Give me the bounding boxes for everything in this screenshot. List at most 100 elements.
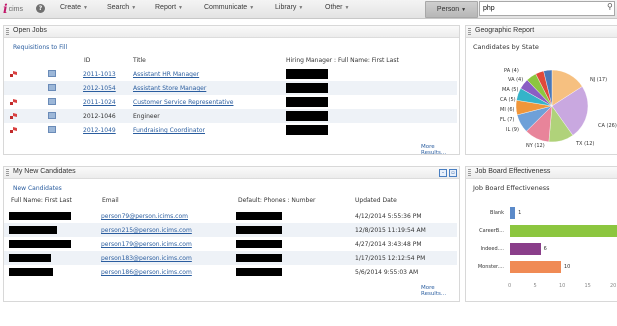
more-results-link[interactable]: More Results...: [421, 285, 459, 297]
search-scope-value: Person: [436, 6, 460, 13]
logo-i: i: [3, 2, 8, 16]
table-row: 2012-1046 Engineer: [4, 109, 457, 123]
menu-search[interactable]: Search ▼: [107, 4, 136, 11]
bar-label: CareerB...: [479, 228, 504, 234]
redacted-name: [9, 240, 71, 248]
flag-icon: [10, 127, 17, 133]
panel-title: Open Jobs: [13, 27, 47, 34]
job-id-link[interactable]: 2012-1049: [83, 127, 116, 134]
column-header-name[interactable]: Full Name: First Last: [11, 197, 72, 204]
redacted-phone: [236, 212, 282, 220]
redacted-manager: [286, 97, 328, 107]
menu-label: Library: [275, 4, 297, 11]
redacted-manager: [286, 111, 328, 121]
menu-label: Report: [155, 4, 177, 11]
search-input[interactable]: php: [479, 1, 615, 16]
bar-label: Indeed....: [480, 246, 504, 252]
updated-date: 4/27/2014 3:43:48 PM: [355, 241, 422, 248]
axis-tick-label: 0: [508, 283, 512, 289]
menu-library[interactable]: Library ▼: [275, 4, 303, 11]
redacted-phone: [236, 268, 282, 276]
job-title-link[interactable]: Fundraising Coordinator: [133, 127, 205, 134]
column-header-email[interactable]: Email: [102, 197, 119, 204]
redacted-manager: [286, 83, 328, 93]
chevron-down-icon: ▼: [461, 7, 467, 13]
help-icon[interactable]: ?: [36, 4, 45, 13]
requisition-icon[interactable]: [48, 126, 56, 133]
pie-label: CA (5): [500, 97, 516, 103]
candidate-email-link[interactable]: person215@person.icims.com: [101, 227, 192, 234]
axis-tick-label: 20: [610, 283, 617, 289]
search-icon[interactable]: ⚲: [607, 2, 613, 11]
pie-label: IL (9): [506, 127, 519, 133]
updated-date: 12/8/2015 11:19:54 AM: [355, 227, 426, 234]
bar-value: 10: [564, 264, 571, 270]
redacted-name: [9, 254, 51, 262]
chevron-down-icon: ▼: [249, 5, 255, 11]
redacted-manager: [286, 125, 328, 135]
pie-label: CA (26): [598, 123, 617, 129]
job-id-link[interactable]: 2012-1054: [83, 85, 116, 92]
pie-label: NJ (17): [590, 77, 608, 83]
icims-logo[interactable]: i cims: [3, 2, 23, 16]
flag-icon: [10, 71, 17, 77]
bar[interactable]: [510, 261, 561, 273]
candidate-email-link[interactable]: person179@person.icims.com: [101, 241, 192, 248]
menu-communicate[interactable]: Communicate ▼: [204, 4, 254, 11]
job-board-bar-chart[interactable]: Blank1CareerB...23Indeed....6Monster....…: [466, 167, 617, 301]
candidate-email-link[interactable]: person79@person.icims.com: [101, 213, 188, 220]
candidate-email-link[interactable]: person186@person.icims.com: [101, 269, 192, 276]
new-candidates-panel: My New Candidates – ▫ New Candidates Ful…: [3, 166, 460, 302]
drag-handle-icon[interactable]: [468, 28, 471, 35]
column-header-updated-date[interactable]: Updated Date: [355, 197, 397, 204]
requisition-icon[interactable]: [48, 84, 56, 91]
top-navigation-bar: i cims ? Create ▼ Search ▼ Report ▼ Communi…: [0, 0, 617, 19]
job-title-link[interactable]: Customer Service Representative: [133, 99, 233, 106]
job-id-text: 2012-1046: [83, 113, 116, 120]
table-row: person215@person.icims.com 12/8/2015 11:…: [4, 223, 457, 237]
pie-label: VA (4): [508, 77, 524, 83]
job-title-link[interactable]: Assistant Store Manager: [133, 85, 206, 92]
bar[interactable]: [510, 225, 617, 237]
drag-handle-icon[interactable]: [6, 169, 9, 176]
column-header-phone[interactable]: Default: Phones : Number: [238, 197, 316, 204]
flag-icon: [10, 99, 17, 105]
column-header-title[interactable]: Title: [133, 57, 146, 64]
chevron-down-icon: ▼: [298, 5, 304, 11]
job-id-link[interactable]: 2011-1013: [83, 71, 116, 78]
bar[interactable]: [510, 207, 516, 219]
menu-report[interactable]: Report ▼: [155, 4, 183, 11]
requisition-icon[interactable]: [48, 98, 56, 105]
panel-header: Geographic Report: [466, 26, 617, 38]
requisition-icon[interactable]: [48, 70, 56, 77]
bar[interactable]: [510, 243, 541, 255]
requisitions-to-fill-link[interactable]: Requisitions to Fill: [13, 44, 67, 51]
panel-title: My New Candidates: [13, 168, 76, 175]
job-title-link[interactable]: Assistant HR Manager: [133, 71, 199, 78]
chevron-down-icon: ▼: [83, 5, 88, 11]
updated-date: 5/6/2014 9:55:03 AM: [355, 269, 419, 276]
requisition-icon[interactable]: [48, 112, 56, 119]
chevron-down-icon: ▼: [178, 5, 183, 11]
more-results-link[interactable]: More Results...: [421, 144, 459, 156]
state-pie-chart[interactable]: [512, 66, 592, 146]
column-header-hiring-manager[interactable]: Hiring Manager : Full Name: First Last: [286, 57, 399, 64]
geographic-report-panel: Geographic Report Candidates by State PA…: [465, 25, 617, 155]
chevron-down-icon: ▼: [344, 5, 350, 11]
maximize-icon[interactable]: ▫: [449, 169, 457, 177]
candidate-email-link[interactable]: person183@person.icims.com: [101, 255, 192, 262]
pie-label: FL (7): [500, 117, 515, 123]
search-scope-select[interactable]: Person ▼: [425, 1, 478, 18]
menu-other[interactable]: Other ▼: [325, 4, 349, 11]
menu-create[interactable]: Create ▼: [60, 4, 88, 11]
column-header-id[interactable]: ID: [84, 57, 90, 64]
bar-label: Blank: [490, 210, 504, 216]
table-row: person79@person.icims.com 4/12/2014 5:55…: [4, 209, 457, 223]
menu-label: Other: [325, 4, 343, 11]
pie-label: NY (12): [526, 143, 545, 149]
new-candidates-link[interactable]: New Candidates: [13, 185, 62, 192]
table-row: person183@person.icims.com 1/17/2015 12:…: [4, 251, 457, 265]
minimize-icon[interactable]: –: [439, 169, 447, 177]
drag-handle-icon[interactable]: [6, 28, 9, 35]
job-id-link[interactable]: 2011-1024: [83, 99, 116, 106]
